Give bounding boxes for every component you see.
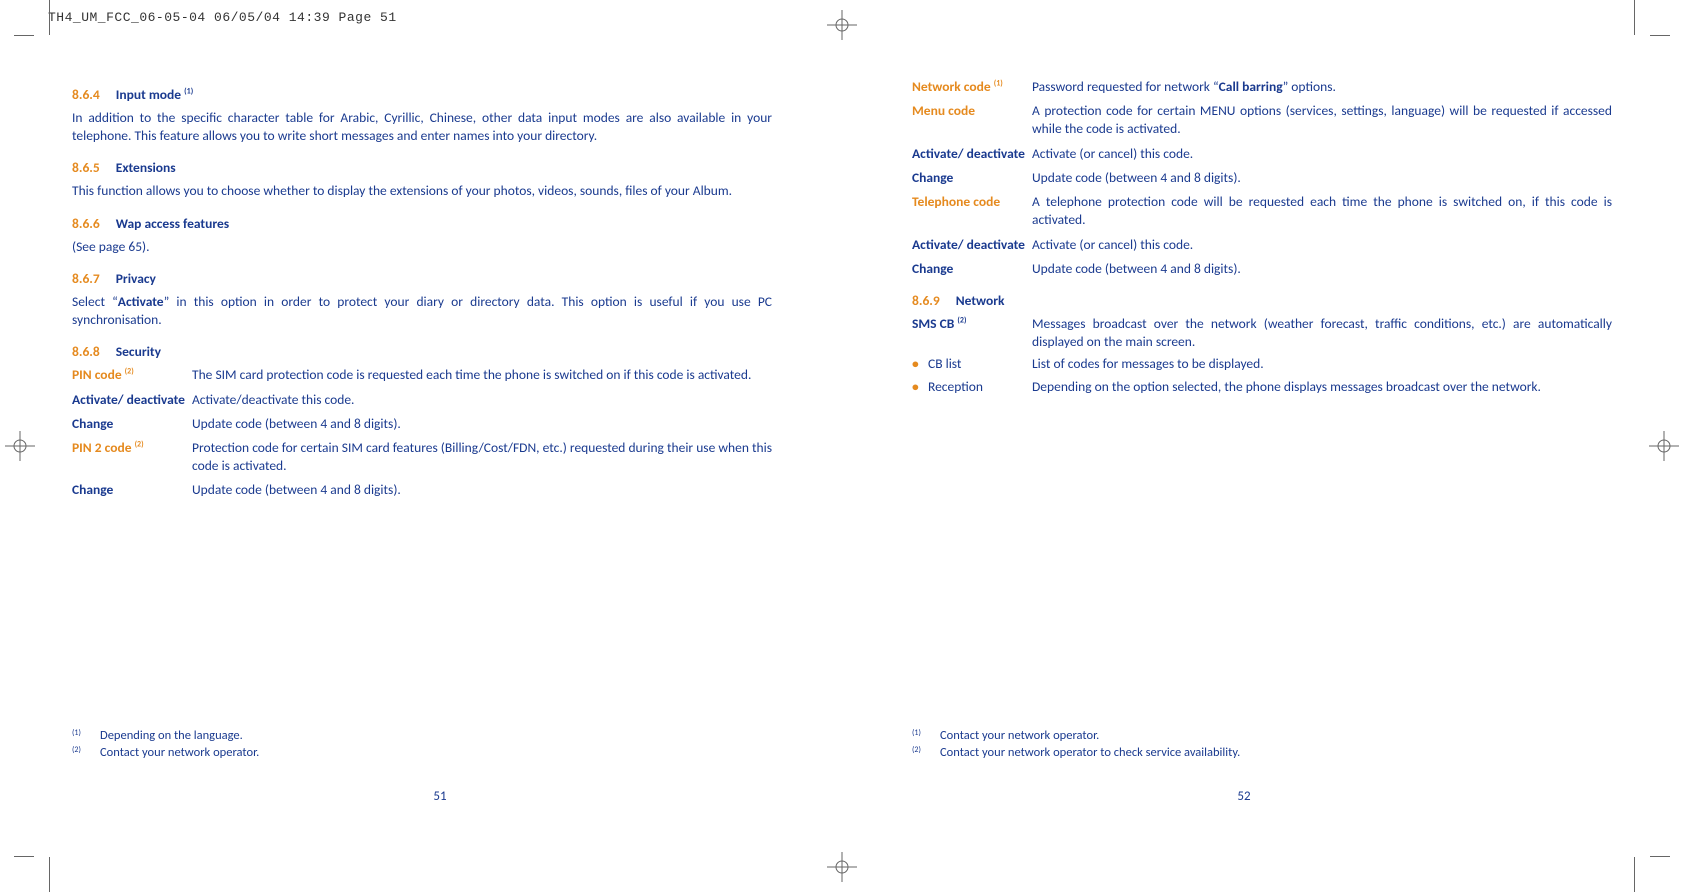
- definition-label: PIN code (2): [72, 366, 192, 384]
- section-number: 8.6.9: [912, 292, 940, 309]
- definition-label: Activate/ deactivate: [912, 236, 1032, 254]
- definition-label: PIN 2 code (2): [72, 439, 192, 457]
- definition-row: SMS CB (2) Messages broadcast over the n…: [912, 315, 1612, 351]
- registration-mark-icon: [827, 10, 857, 40]
- paragraph: In addition to the specific character ta…: [72, 109, 772, 145]
- definition-desc: A protection code for certain MENU optio…: [1032, 102, 1612, 138]
- definition-desc: Protection code for certain SIM card fea…: [192, 439, 772, 475]
- definition-label: Network code (1): [912, 78, 1032, 96]
- definition-label: Activate/ deactivate: [72, 391, 192, 409]
- crop-mark: [14, 856, 34, 857]
- crop-mark: [49, 857, 50, 892]
- page-number: 51: [38, 789, 842, 804]
- crop-mark: [1650, 856, 1670, 857]
- footnote: (1)Contact your network operator.: [912, 728, 1612, 743]
- bullet-icon: •: [912, 378, 928, 395]
- section-title: Extensions: [116, 159, 176, 176]
- definition-row: Change Update code (between 4 and 8 digi…: [912, 169, 1612, 187]
- section-number: 8.6.8: [72, 343, 100, 360]
- definition-label: Telephone code: [912, 193, 1032, 211]
- crop-mark: [1634, 0, 1635, 35]
- definition-label: Change: [912, 260, 1032, 278]
- definition-desc: Messages broadcast over the network (wea…: [1032, 315, 1612, 351]
- page-number: 52: [842, 789, 1646, 804]
- section-title: Network: [956, 292, 1005, 309]
- definition-row: Network code (1) Password requested for …: [912, 78, 1612, 96]
- definition-desc: Update code (between 4 and 8 digits).: [192, 415, 772, 433]
- section-number: 8.6.6: [72, 215, 100, 232]
- definition-desc: The SIM card protection code is requeste…: [192, 366, 772, 384]
- definition-label: Change: [72, 481, 192, 499]
- definition-desc: Password requested for network “Call bar…: [1032, 78, 1612, 96]
- definition-desc: A telephone protection code will be requ…: [1032, 193, 1612, 229]
- section-number: 8.6.5: [72, 159, 100, 176]
- section-heading: 8.6.4 Input mode (1): [72, 86, 772, 103]
- crop-mark: [14, 35, 34, 36]
- section-title: Input mode (1): [116, 86, 193, 103]
- section-title: Security: [116, 343, 161, 360]
- section-heading: 8.6.5 Extensions: [72, 159, 772, 176]
- paragraph: Select “Activate” in this option in orde…: [72, 293, 772, 329]
- bullet-desc: Depending on the option selected, the ph…: [1032, 378, 1612, 396]
- page-spread: 8.6.4 Input mode (1) In addition to the s…: [38, 60, 1646, 832]
- definition-desc: Update code (between 4 and 8 digits).: [1032, 169, 1612, 187]
- paragraph: (See page 65).: [72, 238, 772, 256]
- registration-mark-icon: [827, 852, 857, 882]
- bullet-label: Reception: [928, 378, 1032, 395]
- bullet-icon: •: [912, 355, 928, 372]
- bullet-desc: List of codes for messages to be display…: [1032, 355, 1612, 373]
- definition-row: Change Update code (between 4 and 8 digi…: [72, 481, 772, 499]
- page-left: 8.6.4 Input mode (1) In addition to the s…: [38, 60, 842, 832]
- section-title: Wap access features: [116, 215, 229, 232]
- footnote: (2)Contact your network operator to chec…: [912, 745, 1612, 760]
- bullet-item: • Reception Depending on the option sele…: [912, 378, 1612, 396]
- definition-label: Change: [72, 415, 192, 433]
- definition-row: Change Update code (between 4 and 8 digi…: [72, 415, 772, 433]
- definition-desc: Update code (between 4 and 8 digits).: [192, 481, 772, 499]
- definition-row: Telephone code A telephone protection co…: [912, 193, 1612, 229]
- definition-label: Activate/ deactivate: [912, 145, 1032, 163]
- definition-row: Menu code A protection code for certain …: [912, 102, 1612, 138]
- bullet-label: CB list: [928, 355, 1032, 372]
- section-title: Privacy: [116, 270, 156, 287]
- section-number: 8.6.4: [72, 86, 100, 103]
- crop-mark: [1650, 35, 1670, 36]
- section-heading: 8.6.9 Network: [912, 292, 1612, 309]
- section-heading: 8.6.6 Wap access features: [72, 215, 772, 232]
- definition-row: Activate/ deactivate Activate/deactivate…: [72, 391, 772, 409]
- definition-desc: Activate/deactivate this code.: [192, 391, 772, 409]
- footnotes: (1)Depending on the language. (2)Contact…: [72, 726, 772, 762]
- definition-row: Activate/ deactivate Activate (or cancel…: [912, 145, 1612, 163]
- bullet-item: • CB list List of codes for messages to …: [912, 355, 1612, 373]
- section-heading: 8.6.7 Privacy: [72, 270, 772, 287]
- definition-desc: Activate (or cancel) this code.: [1032, 236, 1612, 254]
- definition-row: PIN code (2) The SIM card protection cod…: [72, 366, 772, 384]
- definition-row: Activate/ deactivate Activate (or cancel…: [912, 236, 1612, 254]
- section-heading: 8.6.8 Security: [72, 343, 772, 360]
- definition-label: Change: [912, 169, 1032, 187]
- footnote: (1)Depending on the language.: [72, 728, 772, 743]
- footnote: (2)Contact your network operator.: [72, 745, 772, 760]
- definition-desc: Update code (between 4 and 8 digits).: [1032, 260, 1612, 278]
- footnotes: (1)Contact your network operator. (2)Con…: [912, 726, 1612, 762]
- page-right: Network code (1) Password requested for …: [842, 60, 1646, 832]
- definition-row: PIN 2 code (2) Protection code for certa…: [72, 439, 772, 475]
- crop-mark: [49, 0, 50, 35]
- paragraph: This function allows you to choose wheth…: [72, 182, 772, 200]
- print-header: TH4_UM_FCC_06-05-04 06/05/04 14:39 Page …: [48, 10, 397, 25]
- crop-mark: [1634, 857, 1635, 892]
- definition-label: SMS CB (2): [912, 315, 1032, 333]
- definition-label: Menu code: [912, 102, 1032, 120]
- section-number: 8.6.7: [72, 270, 100, 287]
- registration-mark-icon: [5, 431, 35, 461]
- registration-mark-icon: [1649, 431, 1679, 461]
- definition-row: Change Update code (between 4 and 8 digi…: [912, 260, 1612, 278]
- definition-desc: Activate (or cancel) this code.: [1032, 145, 1612, 163]
